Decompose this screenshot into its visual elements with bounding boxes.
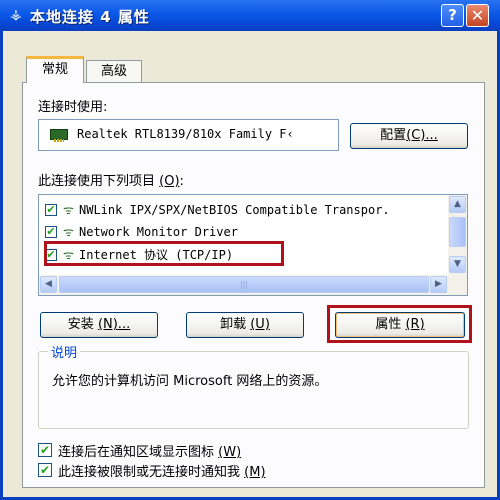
vertical-scroll-thumb[interactable] bbox=[449, 217, 466, 247]
title-bar[interactable]: ⚶ 本地连接 4 属性 ? ✕ bbox=[0, 0, 500, 31]
notify-text: 此连接被限制或无连接时通知我 bbox=[58, 465, 241, 480]
list-item-label: NWLink IPX/SPX/NetBIOS Compatible Transp… bbox=[79, 203, 390, 217]
configure-button[interactable]: 配置(C)... bbox=[350, 123, 468, 149]
scroll-right-button[interactable]: ▶ bbox=[430, 276, 447, 293]
description-text: 允许您的计算机访问 Microsoft 网络上的资源。 bbox=[52, 374, 328, 389]
nwlink-checkbox[interactable]: ✔ bbox=[45, 204, 57, 216]
close-button[interactable]: ✕ bbox=[466, 4, 489, 27]
notify-label: 此连接被限制或无连接时通知我 (M) bbox=[58, 461, 266, 480]
items-label-colon: : bbox=[179, 174, 184, 189]
show-icon-text: 连接后在通知区域显示图标 bbox=[58, 445, 215, 460]
uninstall-hotkey: (U) bbox=[250, 317, 270, 332]
install-button[interactable]: 安装 (N)... bbox=[40, 312, 158, 338]
connect-using-label: 连接时使用: bbox=[38, 96, 107, 115]
uninstall-button[interactable]: 卸载 (U) bbox=[186, 312, 304, 338]
items-label-hotkey: (O) bbox=[159, 174, 180, 189]
tab-general[interactable]: 常规 bbox=[26, 56, 84, 83]
horizontal-scroll-thumb[interactable]: ||| bbox=[59, 276, 429, 293]
uninstall-label: 卸载 bbox=[220, 317, 247, 332]
show-icon-label: 连接后在通知区域显示图标 (W) bbox=[58, 441, 241, 460]
scroll-up-button[interactable]: ▲ bbox=[449, 196, 466, 213]
protocol-icon: ᯤ bbox=[63, 203, 74, 217]
connect-using-text: 连接时使用 bbox=[38, 100, 104, 115]
configure-label: 配置 bbox=[380, 128, 407, 143]
scroll-down-button[interactable]: ▼ bbox=[449, 256, 466, 273]
install-hotkey: (N)... bbox=[97, 317, 131, 332]
tcpip-highlight-box bbox=[44, 241, 284, 266]
help-button[interactable]: ? bbox=[441, 4, 464, 27]
adapter-name: Realtek RTL8139/810x Family F‹ bbox=[77, 127, 294, 141]
protocol-icon: ᯤ bbox=[63, 225, 74, 239]
notify-hotkey: (M) bbox=[244, 465, 266, 480]
description-group bbox=[38, 351, 469, 429]
configure-hotkey: (C)... bbox=[406, 128, 438, 143]
network-connection-icon: ⚶ bbox=[10, 7, 22, 23]
install-label: 安装 bbox=[67, 317, 94, 332]
tab-advanced[interactable]: 高级 bbox=[86, 60, 142, 82]
items-label: 此连接使用下列项目 (O): bbox=[38, 170, 184, 189]
properties-highlight-box bbox=[327, 305, 472, 343]
show-icon-checkbox[interactable]: ✔ bbox=[38, 443, 52, 457]
network-monitor-checkbox[interactable]: ✔ bbox=[45, 226, 57, 238]
adapter-field: Realtek RTL8139/810x Family F‹ bbox=[38, 119, 339, 151]
items-label-text: 此连接使用下列项目 bbox=[38, 174, 156, 189]
scroll-left-button[interactable]: ◀ bbox=[40, 276, 57, 293]
network-adapter-icon bbox=[50, 129, 68, 142]
list-item-label: Network Monitor Driver bbox=[79, 225, 238, 239]
notify-checkbox[interactable]: ✔ bbox=[38, 463, 52, 477]
show-icon-hotkey: (W) bbox=[218, 445, 242, 460]
horizontal-scrollbar[interactable]: ◀ ||| ▶ bbox=[39, 275, 467, 295]
vertical-scrollbar[interactable]: ▲ ▼ bbox=[448, 195, 467, 275]
connect-using-colon: : bbox=[103, 100, 108, 115]
description-title: 说明 bbox=[48, 342, 81, 361]
window-title: 本地连接 4 属性 bbox=[30, 8, 150, 26]
